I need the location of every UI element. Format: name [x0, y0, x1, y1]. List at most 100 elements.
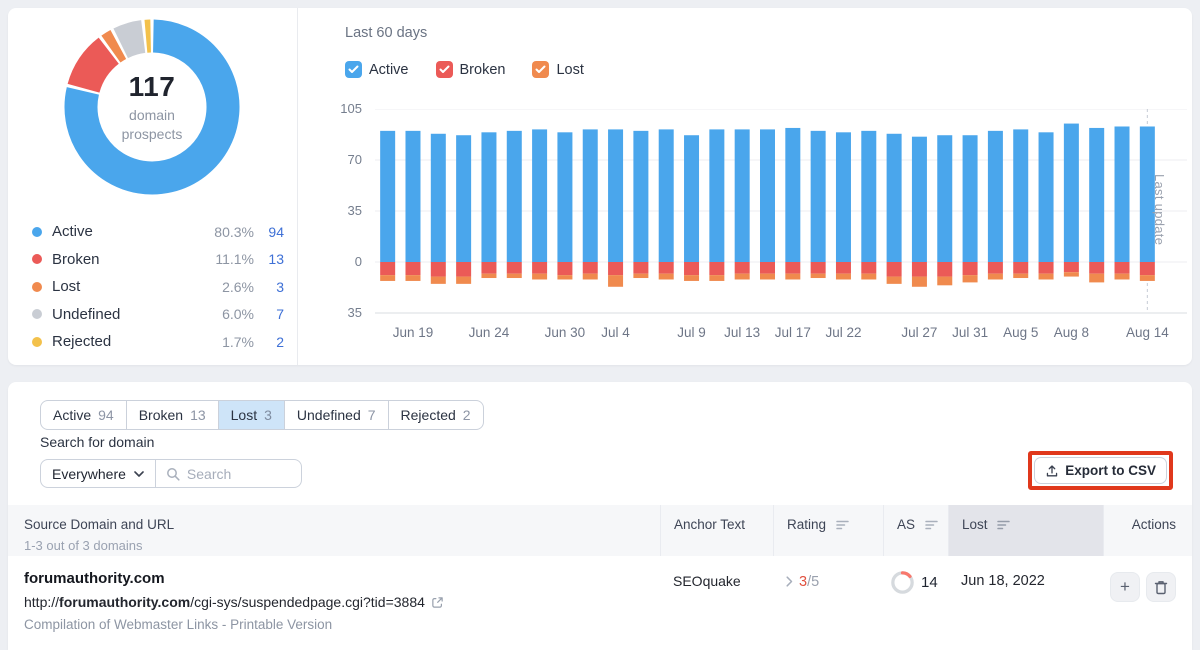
cell-lost-date: Jun 18, 2022	[961, 573, 1045, 589]
active-dot-icon	[32, 226, 42, 237]
legend-count-link[interactable]: 3	[254, 279, 284, 295]
legend-row-rejected: Rejected 1.7% 2	[32, 328, 284, 356]
tab-count: 7	[367, 407, 376, 423]
column-lost-sorted[interactable]: Lost	[948, 505, 1103, 556]
svg-text:Jul 22: Jul 22	[825, 325, 861, 340]
filter-checkbox-active[interactable]: Active	[345, 61, 409, 78]
delete-button[interactable]	[1146, 572, 1176, 602]
broken-dot-icon	[32, 254, 42, 265]
tab-label: Active	[53, 407, 92, 423]
sort-icon[interactable]	[836, 520, 849, 530]
domain-link[interactable]: forumauthority.com	[24, 570, 660, 587]
filter-checkbox-broken[interactable]: Broken	[435, 61, 505, 78]
svg-text:Jul 17: Jul 17	[775, 325, 811, 340]
series-filters: Active Broken Lost	[345, 61, 611, 78]
svg-text:Aug 5: Aug 5	[1003, 325, 1038, 340]
tab-active[interactable]: Active 94	[41, 401, 126, 429]
trash-icon	[1154, 580, 1168, 594]
authority-score-gauge-icon	[891, 571, 914, 594]
lost-checkbox-icon[interactable]	[532, 61, 550, 78]
panel-divider	[297, 8, 298, 365]
y-axis-tick: 35	[347, 203, 362, 218]
sort-icon[interactable]	[997, 520, 1011, 530]
cell-source-domain: forumauthority.com http://forumauthority…	[8, 556, 660, 632]
tab-label: Lost	[230, 407, 258, 423]
legend-pct: 6.0%	[222, 306, 254, 323]
cell-anchor-text: SEOquake	[673, 573, 741, 589]
external-link-icon[interactable]	[431, 596, 444, 609]
sort-icon[interactable]	[925, 520, 938, 530]
url-text[interactable]: http://forumauthority.com/cgi-sys/suspen…	[24, 594, 425, 610]
tab-label: Broken	[138, 407, 184, 423]
column-rating-label: Rating	[787, 517, 827, 532]
scope-select-value: Everywhere	[52, 465, 126, 482]
svg-text:Aug 8: Aug 8	[1054, 325, 1089, 340]
export-highlight-annotation: Export to CSV	[1028, 451, 1173, 490]
filter-checkbox-lost[interactable]: Lost	[532, 61, 584, 78]
tab-broken[interactable]: Broken 13	[125, 401, 218, 429]
source-url: http://forumauthority.com/cgi-sys/suspen…	[24, 594, 660, 610]
y-axis-tick: 0	[354, 254, 362, 269]
column-source-label: Source Domain and URL	[24, 517, 175, 532]
legend-count-link[interactable]: 2	[254, 334, 284, 350]
search-for-domain-label: Search for domain	[40, 434, 155, 450]
upload-icon	[1047, 464, 1058, 476]
tab-rejected[interactable]: Rejected 2	[387, 401, 483, 429]
search-box	[155, 459, 302, 488]
scope-select[interactable]: Everywhere	[40, 459, 156, 488]
column-as-label: AS	[897, 517, 916, 532]
cell-authority-score: 14	[883, 556, 948, 632]
y-axis-tick: 35	[347, 305, 362, 320]
undefined-dot-icon	[32, 309, 42, 320]
svg-text:Jul 9: Jul 9	[677, 325, 706, 340]
svg-text:Jun 19: Jun 19	[393, 325, 434, 340]
cell-rating[interactable]: 3/5	[773, 556, 883, 632]
column-actions: Actions	[1103, 505, 1192, 556]
svg-text:Aug 14: Aug 14	[1126, 325, 1169, 340]
export-to-csv-button[interactable]: Export to CSV	[1034, 457, 1167, 484]
legend-row-broken: Broken 11.1% 13	[32, 246, 284, 274]
svg-text:Jul 27: Jul 27	[901, 325, 937, 340]
chevron-right-icon[interactable]	[786, 576, 793, 587]
svg-text:Jun 24: Jun 24	[469, 325, 510, 340]
active-checkbox-icon[interactable]	[345, 61, 362, 78]
legend-count-link[interactable]: 7	[254, 306, 284, 322]
svg-text:Jul 31: Jul 31	[952, 325, 988, 340]
column-as[interactable]: AS	[883, 505, 948, 556]
lost-dot-icon	[32, 281, 42, 292]
rating-value: 3	[799, 574, 808, 590]
domains-table-card: Active 94 Broken 13 Lost 3 Undefined 7 R…	[8, 382, 1192, 650]
svg-text:Jul 4: Jul 4	[601, 325, 630, 340]
tab-label: Rejected	[400, 407, 456, 423]
legend-label: Broken	[52, 250, 100, 268]
column-anchor-label: Anchor Text	[674, 517, 746, 532]
tab-lost[interactable]: Lost 3	[217, 401, 284, 429]
legend-label: Lost	[52, 278, 81, 296]
filter-label: Lost	[556, 61, 584, 78]
broken-checkbox-icon[interactable]	[435, 61, 453, 78]
y-axis-tick: 70	[347, 152, 362, 167]
search-input[interactable]	[186, 465, 287, 482]
table-header: Source Domain and URL 1-3 out of 3 domai…	[8, 505, 1192, 556]
status-tabs: Active 94 Broken 13 Lost 3 Undefined 7 R…	[40, 400, 484, 430]
column-rating[interactable]: Rating	[773, 505, 883, 556]
column-source-domain: Source Domain and URL 1-3 out of 3 domai…	[8, 505, 660, 556]
column-actions-label: Actions	[1131, 517, 1176, 532]
legend-count-link[interactable]: 94	[254, 224, 284, 240]
page-title-text: Compilation of Webmaster Links - Printab…	[24, 617, 333, 632]
overview-card: 117 domain prospects Active 80.3% 94 Bro…	[8, 8, 1192, 365]
legend-pct: 11.1%	[215, 251, 254, 268]
add-to-list-button[interactable]: +	[1110, 572, 1140, 602]
chevron-down-icon	[134, 470, 144, 477]
tab-count: 94	[98, 407, 114, 423]
last-update-annotation: Last update	[1152, 174, 1167, 246]
table-row: forumauthority.com http://forumauthority…	[8, 556, 1192, 632]
legend-label: Rejected	[52, 333, 112, 351]
legend-label: Undefined	[52, 305, 121, 323]
tab-undefined[interactable]: Undefined 7	[283, 401, 388, 429]
column-lost-label: Lost	[962, 517, 988, 532]
donut-svg	[64, 19, 240, 195]
legend-count-link[interactable]: 13	[254, 251, 284, 267]
domain-prospects-donut-chart: 117 domain prospects	[60, 15, 244, 199]
donut-legend: Active 80.3% 94 Broken 11.1% 13 Lost 2.6…	[32, 218, 284, 356]
